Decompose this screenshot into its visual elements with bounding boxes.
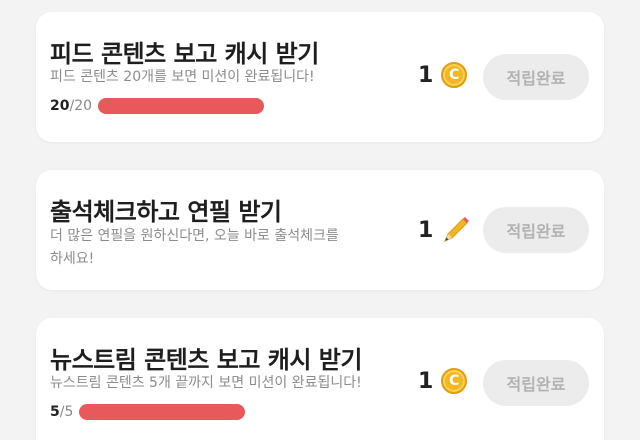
mission-card-feed: 피드 콘텐츠 보고 캐시 받기 피드 콘텐츠 20개를 보면 미션이 완료됩니다…: [36, 12, 604, 142]
mission-title: 피드 콘텐츠 보고 캐시 받기: [50, 40, 319, 68]
pencil-icon: [444, 217, 470, 242]
mission-description: 피드 콘텐츠 20개를 보면 미션이 완료됩니다!: [50, 69, 315, 85]
progress-current: 20: [50, 98, 70, 114]
mission-description: 뉴스트림 콘텐츠 5개 끝까지 보면 미션이 완료됩니다!: [50, 375, 362, 391]
claim-complete-button[interactable]: 적립완료: [483, 207, 589, 253]
mission-title: 뉴스트림 콘텐츠 보고 캐시 받기: [50, 346, 362, 374]
mission-progress: 5 /5: [50, 404, 246, 420]
reward-count: 1: [418, 217, 434, 243]
progress-bar: [79, 404, 246, 420]
mission-title: 출석체크하고 연필 받기: [50, 198, 282, 226]
reward-count: 1: [418, 62, 434, 88]
reward-count: 1: [418, 368, 434, 394]
progress-total: /20: [69, 98, 93, 114]
mission-reward: 1: [418, 215, 471, 245]
claim-complete-button[interactable]: 적립완료: [483, 360, 589, 406]
cash-coin-icon: C: [441, 368, 468, 394]
mission-description-line2: 하세요!: [50, 251, 95, 267]
mission-reward: 1 C: [418, 62, 468, 88]
mission-card-attendance: 출석체크하고 연필 받기 더 많은 연필을 원하신다면, 오늘 바로 출석체크를…: [36, 170, 604, 290]
mission-card-newstream: 뉴스트림 콘텐츠 보고 캐시 받기 뉴스트림 콘텐츠 5개 끝까지 보면 미션이…: [36, 318, 604, 440]
claim-complete-button[interactable]: 적립완료: [483, 54, 589, 100]
progress-current: 5: [50, 404, 60, 420]
mission-reward: 1 C: [418, 368, 468, 394]
cash-coin-icon: C: [441, 62, 468, 88]
progress-total: /5: [59, 404, 74, 420]
progress-bar: [98, 98, 265, 114]
mission-progress: 20 /20: [50, 98, 265, 114]
mission-description-line1: 더 많은 연필을 원하신다면, 오늘 바로 출석체크를: [50, 228, 339, 244]
